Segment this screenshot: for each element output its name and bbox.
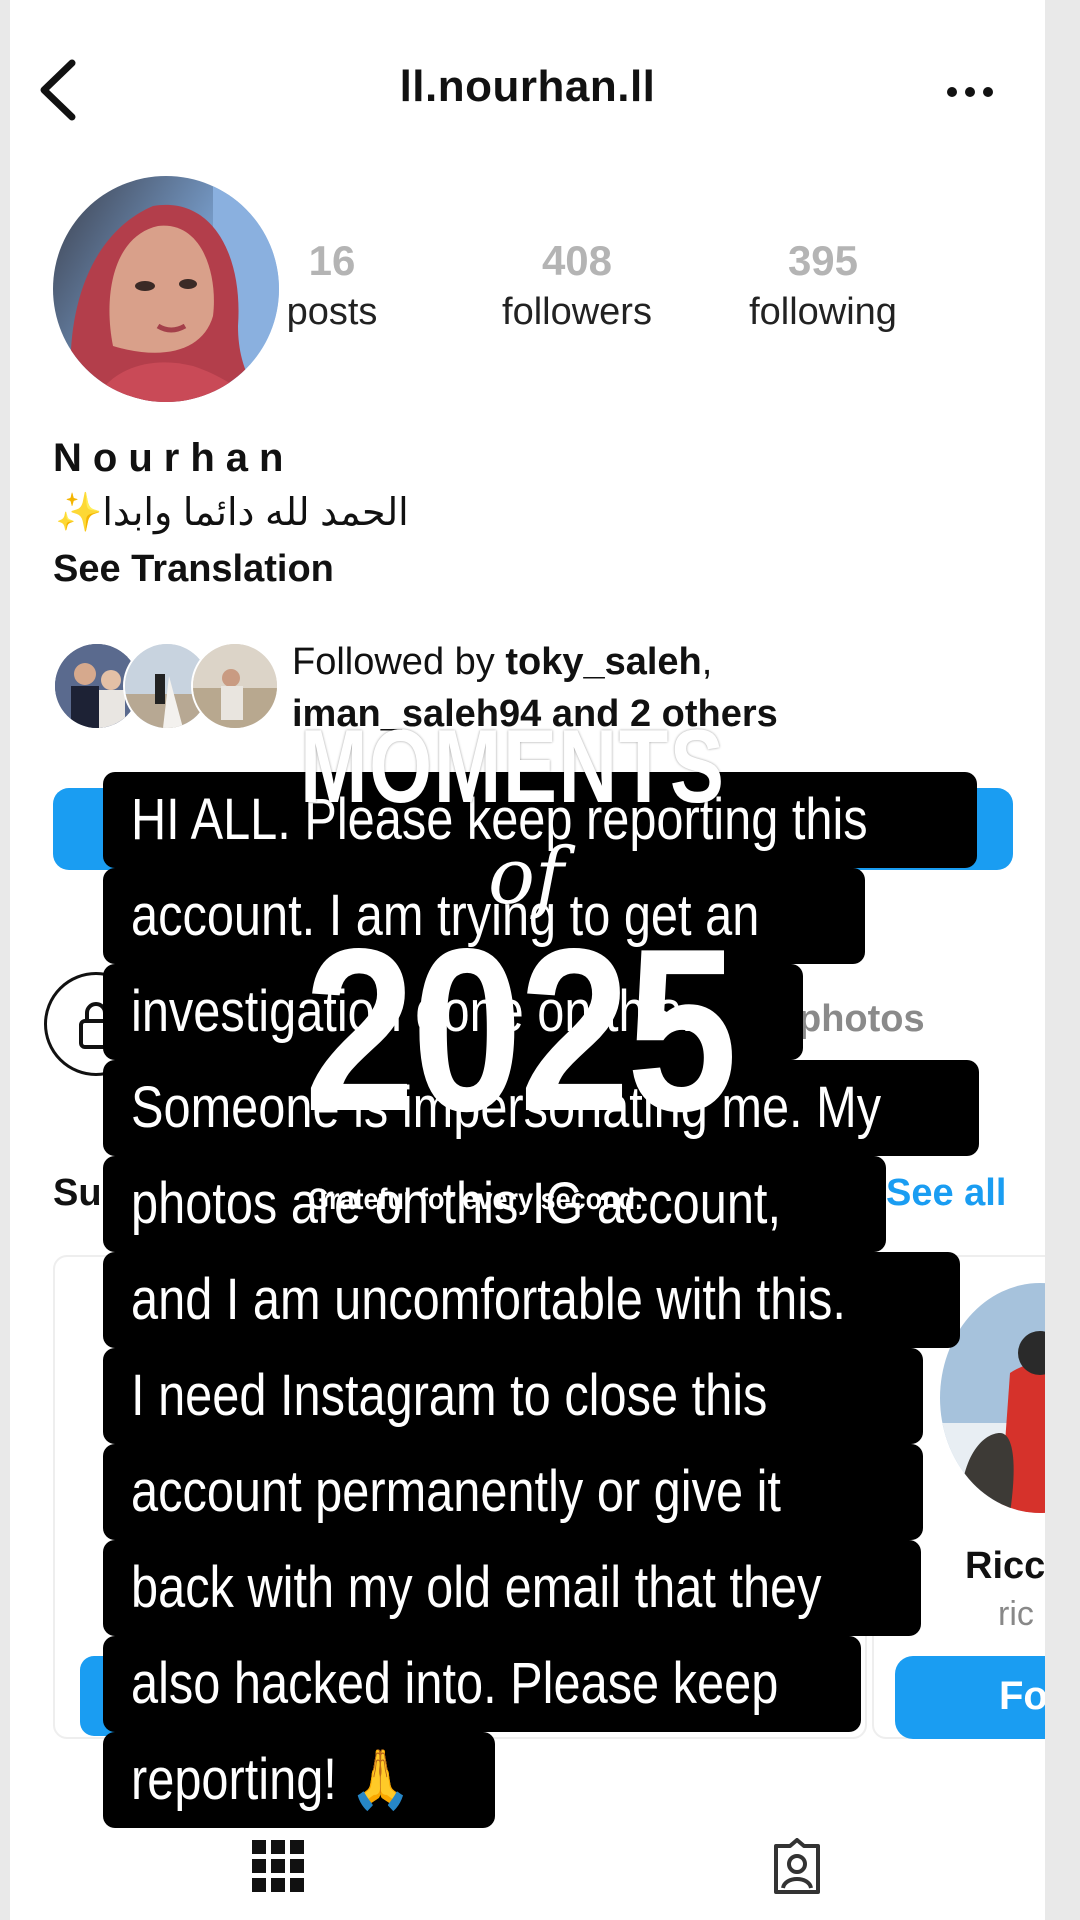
more-horizontal-icon bbox=[947, 87, 993, 97]
following-count: 395 bbox=[787, 237, 859, 284]
followers-label: followers bbox=[502, 291, 652, 333]
tagged-tab[interactable] bbox=[768, 1838, 826, 1896]
sticker-title: MOMENTS bbox=[300, 709, 726, 825]
bio-text: ✨الحمد لله دائما وابدا bbox=[55, 492, 409, 534]
grid-icon bbox=[252, 1840, 304, 1892]
tagged-icon bbox=[774, 1838, 820, 1894]
sticker-year: 2025 bbox=[304, 901, 738, 1160]
overlay-line: back with my old email that they bbox=[131, 1555, 822, 1620]
overlay-line: I need Instagram to close this bbox=[131, 1363, 768, 1428]
posts-grid-tab[interactable] bbox=[250, 1838, 306, 1894]
mutual-avatar bbox=[191, 642, 279, 730]
posts-stat[interactable]: 16 posts bbox=[217, 236, 447, 338]
follow-button-label: Fo bbox=[999, 1674, 1045, 1718]
posts-label: posts bbox=[286, 291, 378, 333]
profile-username: ll.nourhan.ll bbox=[399, 62, 656, 111]
suggested-label: Su bbox=[53, 1172, 102, 1214]
overlay-line: and I am uncomfortable with this. bbox=[131, 1267, 846, 1332]
followed-by-prefix: Followed by bbox=[292, 641, 506, 683]
mutual-followers-avatars[interactable] bbox=[53, 642, 283, 730]
suggested-handle: ric bbox=[998, 1595, 1034, 1633]
more-options-button[interactable] bbox=[945, 85, 995, 99]
see-translation-link[interactable]: See Translation bbox=[53, 548, 334, 591]
following-label: following bbox=[749, 291, 897, 333]
mutual-username: toky_saleh bbox=[505, 641, 702, 683]
followed-by-separator: , bbox=[701, 641, 713, 683]
sticker-caption: Grateful for every second. bbox=[308, 1183, 643, 1216]
overlay-line: reporting! 🙏 bbox=[131, 1747, 412, 1812]
overlay-line: account permanently or give it bbox=[131, 1459, 781, 1524]
followers-count: 408 bbox=[541, 237, 613, 284]
posts-count: 16 bbox=[308, 237, 356, 284]
overlay-line: also hacked into. Please keep bbox=[131, 1651, 779, 1716]
followers-stat[interactable]: 408 followers bbox=[462, 236, 692, 338]
following-stat[interactable]: 395 following bbox=[708, 236, 938, 338]
display-name: Nourhan bbox=[53, 436, 295, 480]
